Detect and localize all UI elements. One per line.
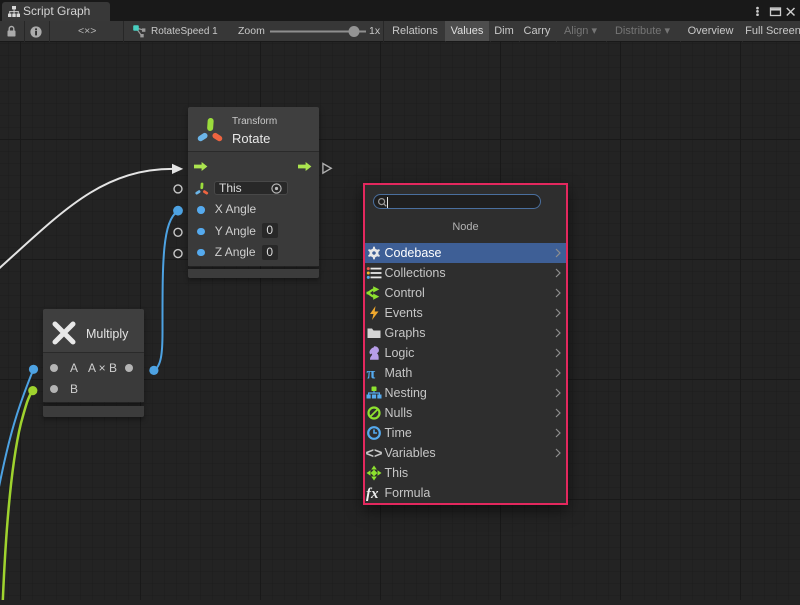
svg-text:<>: <>	[366, 446, 382, 461]
svg-text:π: π	[367, 365, 376, 381]
svg-text:fx: fx	[366, 486, 379, 501]
